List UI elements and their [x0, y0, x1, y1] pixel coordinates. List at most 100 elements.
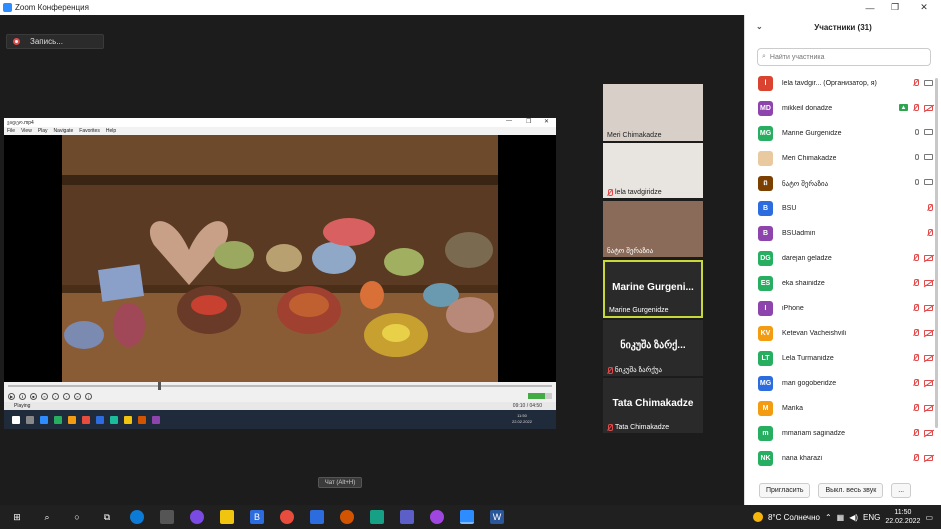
- volume-slider[interactable]: [528, 393, 552, 399]
- participant-row[interactable]: IiPhone: [745, 296, 933, 321]
- gallery-tile[interactable]: lela tavdgiridze: [603, 143, 703, 198]
- app-icon[interactable]: [370, 510, 384, 524]
- task-view-icon[interactable]: ⧉: [100, 510, 114, 524]
- forward-icon[interactable]: ›: [63, 392, 70, 400]
- participant-row[interactable]: Meri Chimakadze: [745, 146, 933, 171]
- participant-row[interactable]: KV Ketevan Vacheishvili: [745, 321, 933, 346]
- participant-row[interactable]: M Marika: [745, 396, 933, 421]
- viber-icon[interactable]: [190, 510, 204, 524]
- chevron-down-icon[interactable]: ⌄: [756, 22, 763, 31]
- participant-row[interactable]: l lela tavdgir... (Организатор, я): [745, 71, 933, 96]
- camera-icon[interactable]: [924, 79, 933, 86]
- zoom-icon[interactable]: [460, 510, 474, 524]
- participant-row[interactable]: m mmariam saginadze: [745, 421, 933, 446]
- next-icon[interactable]: »: [74, 392, 81, 400]
- play-icon[interactable]: ▶: [8, 392, 15, 400]
- input-lang[interactable]: ENG: [863, 513, 880, 522]
- camera-off-icon[interactable]: [924, 254, 933, 261]
- participant-row[interactable]: ព ნატო შერაზია: [745, 171, 933, 196]
- camera-off-icon[interactable]: [924, 329, 933, 336]
- folder-icon[interactable]: [220, 510, 234, 524]
- mic-muted-icon[interactable]: [927, 204, 933, 211]
- app-b-icon[interactable]: B: [250, 510, 264, 524]
- mic-icon[interactable]: [915, 154, 919, 160]
- participant-row[interactable]: LT Lela Turmanidze: [745, 346, 933, 371]
- teams-icon[interactable]: [400, 510, 414, 524]
- tray-expand-icon[interactable]: ⌃: [825, 513, 832, 522]
- mic-muted-icon[interactable]: [913, 329, 919, 336]
- gallery-tile[interactable]: ნატო შერაზია: [603, 201, 703, 257]
- minimize-button[interactable]: —: [856, 0, 884, 15]
- stop-icon[interactable]: ■: [30, 392, 37, 400]
- more-button[interactable]: ...: [891, 482, 912, 498]
- mic-muted-icon[interactable]: [913, 304, 919, 311]
- camera-off-icon[interactable]: [924, 304, 933, 311]
- mic-muted-icon[interactable]: [913, 404, 919, 411]
- mic-icon[interactable]: [915, 129, 919, 135]
- mic-muted-icon[interactable]: [927, 229, 933, 236]
- media-icon[interactable]: [340, 510, 354, 524]
- camera-icon[interactable]: [924, 129, 933, 135]
- participant-status: [915, 179, 933, 185]
- gallery-tile[interactable]: ნიკუშა ზარქ... ნიკუშა ზარქუა: [603, 320, 703, 376]
- mic-muted-icon[interactable]: [913, 79, 919, 86]
- volume-icon[interactable]: ◀): [849, 513, 858, 522]
- cortana-icon[interactable]: ○: [70, 510, 84, 524]
- gallery-tile-active[interactable]: Marine Gurgeni... Marine Gurgenidze: [603, 260, 703, 318]
- menu-favorites: Favorites: [79, 128, 100, 134]
- pause-icon[interactable]: ‖: [19, 392, 26, 400]
- mic-muted-icon[interactable]: [913, 429, 919, 436]
- network-icon[interactable]: ▦: [837, 513, 845, 522]
- mute-all-button[interactable]: Выкл. весь звук: [818, 482, 884, 498]
- mic-muted-icon[interactable]: [913, 354, 919, 361]
- camera-off-icon[interactable]: [924, 279, 933, 286]
- participant-row[interactable]: MD mikkeil donadze ▲: [745, 96, 933, 121]
- mic-muted-icon[interactable]: [913, 379, 919, 386]
- messenger-icon[interactable]: [430, 510, 444, 524]
- mail-icon[interactable]: [310, 510, 324, 524]
- gallery-tile[interactable]: Tata Chimakadze Tata Chimakadze: [603, 378, 703, 433]
- edge-icon[interactable]: [130, 510, 144, 524]
- start-icon[interactable]: ⊞: [10, 510, 24, 524]
- camera-off-icon[interactable]: [924, 104, 933, 111]
- mic-muted-icon[interactable]: [913, 104, 919, 111]
- invite-button[interactable]: Пригласить: [759, 482, 811, 498]
- search-icon[interactable]: ⌕: [40, 510, 54, 524]
- camera-off-icon[interactable]: [924, 429, 933, 436]
- participant-row[interactable]: B BSU: [745, 196, 933, 221]
- frame-step-icon[interactable]: |: [85, 392, 92, 400]
- seek-knob[interactable]: [158, 382, 161, 390]
- notifications-icon[interactable]: ▭: [925, 513, 933, 522]
- chrome-icon[interactable]: [280, 510, 294, 524]
- camera-off-icon[interactable]: [924, 404, 933, 411]
- taskbar-clock[interactable]: 11:50 22.02.2022: [885, 508, 920, 526]
- mic-muted-icon[interactable]: [913, 279, 919, 286]
- store-icon[interactable]: [160, 510, 174, 524]
- seek-bar[interactable]: [4, 382, 556, 390]
- rewind-icon[interactable]: ‹: [52, 392, 59, 400]
- search-input[interactable]: [769, 53, 910, 61]
- restore-button[interactable]: ❐: [881, 0, 909, 15]
- gallery-tile[interactable]: Meri Chimakadze: [603, 84, 703, 141]
- camera-off-icon[interactable]: [924, 454, 933, 461]
- prev-icon[interactable]: «: [41, 392, 48, 400]
- camera-icon[interactable]: [924, 154, 933, 160]
- mic-icon[interactable]: [915, 179, 919, 185]
- participant-row[interactable]: B BSUadmin: [745, 221, 933, 246]
- recording-indicator[interactable]: Запись...: [6, 34, 104, 49]
- camera-off-icon[interactable]: [924, 354, 933, 361]
- participant-row[interactable]: ES eka shainidze: [745, 271, 933, 296]
- camera-off-icon[interactable]: [924, 379, 933, 386]
- mic-muted-icon[interactable]: [913, 454, 919, 461]
- mic-muted-icon[interactable]: [913, 254, 919, 261]
- close-button[interactable]: ✕: [910, 0, 938, 15]
- weather-text[interactable]: 8°C Солнечно: [768, 513, 820, 522]
- participant-row[interactable]: DG darejan geladze: [745, 246, 933, 271]
- camera-icon[interactable]: [924, 179, 933, 185]
- participant-search[interactable]: ⌕: [757, 48, 931, 66]
- panel-scrollbar[interactable]: [935, 78, 938, 428]
- word-icon[interactable]: W: [490, 510, 504, 524]
- participant-row[interactable]: MG mari gogoberidze: [745, 371, 933, 396]
- participant-row[interactable]: NK nana kharazi: [745, 446, 933, 471]
- participant-row[interactable]: MG Marine Gurgenidze: [745, 121, 933, 146]
